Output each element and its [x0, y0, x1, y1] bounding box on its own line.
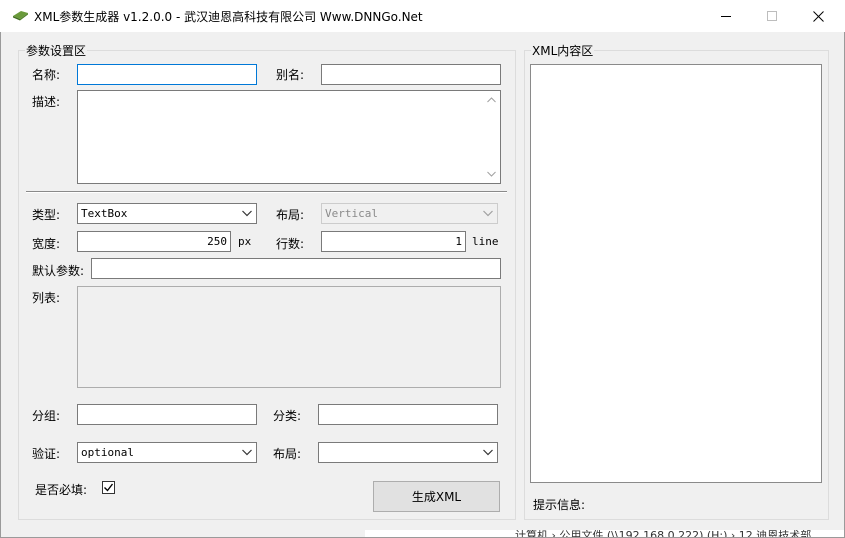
- type-select-value: TextBox: [81, 207, 128, 220]
- title-bar: XML参数生成器 v1.2.0.0 - 武汉迪恩高科技有限公司 Www.DNNG…: [0, 0, 845, 32]
- layout2-label: 布局:: [273, 447, 302, 461]
- chevron-down-icon: [242, 449, 252, 456]
- layout2-select[interactable]: [318, 442, 498, 463]
- validate-select-value: optional: [81, 446, 134, 459]
- width-label: 宽度:: [32, 237, 61, 251]
- scroll-down-icon[interactable]: [487, 171, 496, 177]
- width-unit: px: [238, 235, 252, 248]
- generate-xml-button[interactable]: 生成XML: [373, 481, 500, 512]
- scroll-up-icon[interactable]: [487, 97, 496, 103]
- alias-input[interactable]: [321, 64, 501, 85]
- params-group-title: 参数设置区: [25, 42, 88, 59]
- minimize-button[interactable]: [703, 0, 749, 32]
- list-label: 列表:: [32, 291, 61, 305]
- validate-select[interactable]: optional: [77, 442, 257, 463]
- app-icon: [12, 9, 29, 21]
- section-divider: [26, 191, 507, 193]
- close-button[interactable]: [795, 0, 841, 32]
- xml-group-title: XML内容区: [531, 42, 595, 59]
- validate-label: 验证:: [32, 447, 61, 461]
- maximize-button[interactable]: [749, 0, 795, 32]
- xml-content-textarea[interactable]: [530, 64, 822, 483]
- maximize-icon: [767, 11, 777, 21]
- required-label: 是否必填:: [35, 483, 88, 497]
- background-path-text: 计算机 › 公用文件 (\\192.168.0.222) (H:) › 12.迪…: [515, 530, 812, 538]
- hint-label: 提示信息:: [533, 498, 586, 512]
- minimize-icon: [721, 16, 731, 17]
- background-window: 计算机 › 公用文件 (\\192.168.0.222) (H:) › 12.迪…: [365, 530, 845, 538]
- desc-scrollbar[interactable]: [483, 91, 500, 183]
- rows-input[interactable]: 1: [321, 231, 466, 252]
- group-input[interactable]: [77, 404, 257, 425]
- list-textarea[interactable]: [77, 286, 501, 388]
- name-input[interactable]: [77, 64, 257, 85]
- checkmark-icon: [104, 483, 114, 492]
- width-input[interactable]: 250: [77, 231, 231, 252]
- rows-label: 行数:: [276, 237, 305, 251]
- layout-select-value: Vertical: [325, 207, 378, 220]
- type-label: 类型:: [32, 208, 61, 222]
- chevron-down-icon: [483, 210, 493, 217]
- rows-unit: line: [472, 235, 499, 248]
- category-input[interactable]: [318, 404, 498, 425]
- close-icon: [812, 10, 824, 22]
- chevron-down-icon: [242, 210, 252, 217]
- layout-label: 布局:: [276, 208, 305, 222]
- window-title: XML参数生成器 v1.2.0.0 - 武汉迪恩高科技有限公司 Www.DNNG…: [34, 10, 423, 24]
- category-label: 分类:: [273, 409, 302, 423]
- default-input[interactable]: [91, 258, 501, 279]
- name-label: 名称:: [32, 68, 61, 82]
- desc-textarea[interactable]: [77, 90, 501, 184]
- chevron-down-icon: [483, 449, 493, 456]
- layout-select[interactable]: Vertical: [321, 203, 498, 224]
- default-label: 默认参数:: [32, 264, 85, 278]
- type-select[interactable]: TextBox: [77, 203, 257, 224]
- required-checkbox[interactable]: [102, 481, 115, 494]
- group-label: 分组:: [32, 409, 61, 423]
- alias-label: 别名:: [276, 68, 305, 82]
- desc-label: 描述:: [32, 95, 61, 109]
